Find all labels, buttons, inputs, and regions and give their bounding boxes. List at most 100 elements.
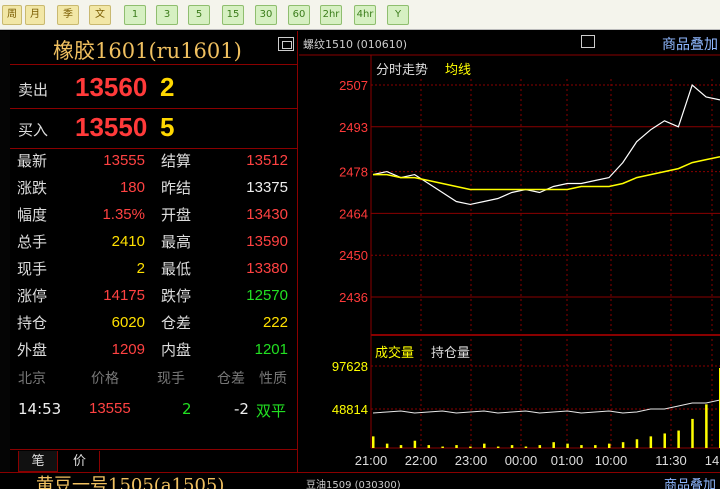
buy-label: 买入 [18, 121, 49, 139]
volume-bar [524, 446, 528, 448]
stat-value: 13430 [246, 206, 288, 223]
period-button-3[interactable]: 文 [89, 5, 111, 25]
period-button-9[interactable]: 60 [288, 5, 310, 25]
stat-value: 6020 [111, 314, 145, 331]
stat-label: 涨停 [17, 287, 48, 305]
stat-value: 13380 [246, 260, 288, 277]
stat-label: 内盘 [161, 341, 192, 359]
volume-bar [372, 436, 375, 448]
stat-value: 13375 [246, 179, 288, 196]
time-tick-label: 11:30 [655, 453, 687, 468]
time-tick-label: 21:00 [355, 453, 388, 468]
stat-label: 持仓 [17, 314, 48, 332]
maximize-icon[interactable] [581, 35, 595, 48]
stat-value: 1209 [111, 341, 145, 358]
period-button-0[interactable]: 周 [2, 5, 22, 25]
stat-value: 1201 [254, 341, 288, 358]
period-button-5[interactable]: 3 [156, 5, 178, 25]
tab-price[interactable]: 价 [60, 451, 100, 472]
open-interest-label: 持仓量 [431, 345, 470, 360]
stat-label: 涨跌 [17, 179, 48, 197]
stat-value: 2410 [111, 233, 145, 250]
period-button-7[interactable]: 15 [222, 5, 244, 25]
period-button-8[interactable]: 30 [255, 5, 277, 25]
time-tick-label: 23:00 [455, 453, 488, 468]
next-overlay-button[interactable]: 商品叠加 [664, 474, 716, 489]
quote-title-bar: 橡胶1601(ru1601) [10, 31, 298, 65]
open-interest-line [372, 399, 720, 414]
stat-label: 现手 [17, 260, 48, 278]
period-button-12[interactable]: Y [387, 5, 409, 25]
volume-bar [621, 442, 625, 448]
buy-price[interactable]: 13550 [75, 112, 147, 143]
intraday-chart-panel: 2507 2493 2478 2464 2450 2436 21:00 22:00 23:00 0… [299, 31, 720, 472]
volume-bar [510, 445, 514, 448]
sell-volume: 2 [160, 72, 175, 102]
stat-value: 222 [262, 314, 288, 331]
tick-col-volume: 现手 [157, 371, 185, 387]
chart-symbol: 螺纹1510 (010610) [303, 38, 408, 51]
sell-price[interactable]: 13560 [75, 72, 147, 103]
time-tick-label: 01:00 [551, 453, 584, 468]
price-chart-label: 分时走势 [376, 62, 428, 77]
volume-chart-label: 成交量 [375, 345, 414, 360]
commodity-overlay-button[interactable]: 商品叠加 [662, 34, 718, 54]
volume-bar [594, 445, 597, 448]
tick-col-oi-change: 仓差 [217, 371, 245, 387]
stat-label: 总手 [17, 233, 48, 251]
period-button-4[interactable]: 1 [124, 5, 146, 25]
stat-value: 1.35% [102, 206, 145, 223]
volume-bar [649, 436, 653, 448]
volume-bar [663, 433, 666, 448]
stat-label: 结算 [161, 152, 192, 170]
stat-label: 昨结 [161, 179, 192, 197]
next-contract-title: 黄豆一号1505(a1505) [36, 475, 225, 489]
volume-bar [399, 445, 403, 448]
stat-label: 仓差 [161, 314, 192, 332]
volume-bar [691, 418, 694, 448]
stat-label: 开盘 [161, 206, 192, 224]
period-button-1[interactable]: 月 [25, 5, 45, 25]
stat-label: 最新 [17, 152, 48, 170]
period-button-11[interactable]: 4hr [354, 5, 376, 25]
tick-volume: 2 [182, 400, 192, 418]
sell-label: 卖出 [18, 81, 49, 99]
price-tick-label: 2436 [339, 290, 368, 305]
volume-bar [413, 440, 417, 448]
price-tick-label: 2450 [339, 248, 368, 263]
panel-side-strip [0, 31, 10, 472]
period-button-10[interactable]: 2hr [320, 5, 342, 25]
stat-value: 180 [119, 179, 145, 196]
tick-time: 14:53 [18, 400, 62, 418]
volume-bar [566, 443, 569, 448]
tab-ticks[interactable]: 笔 [18, 451, 58, 472]
intraday-chart[interactable]: 2507 2493 2478 2464 2450 2436 21:00 22:00 23:00 0… [299, 31, 720, 472]
avg-line [373, 155, 720, 191]
stat-value: 13590 [246, 233, 288, 250]
quote-panel: 橡胶1601(ru1601) 卖出 13560 2 买入 13550 5 最新 1… [0, 31, 298, 472]
volume-bar [496, 446, 500, 448]
volume-tick-label: 48814 [332, 402, 368, 417]
maximize-icon[interactable] [278, 37, 294, 51]
volume-bar [677, 430, 680, 448]
volume-bar [427, 445, 431, 448]
tick-view-tabs: 笔 价 [10, 449, 298, 472]
period-toolbar: 周月季文 1 3 5 15 30 60 2hr 4hr Y [0, 0, 720, 30]
volume-bar [469, 446, 472, 448]
stat-label: 最高 [161, 233, 192, 251]
stat-value: 13555 [103, 152, 145, 169]
period-button-2[interactable]: 季 [57, 5, 79, 25]
price-tick-label: 2493 [339, 120, 368, 135]
volume-bar [385, 443, 389, 448]
period-button-6[interactable]: 5 [188, 5, 210, 25]
stat-value: 12570 [246, 287, 288, 304]
avg-line-label: 均线 [445, 62, 471, 77]
volume-tick-label: 97628 [332, 359, 368, 374]
price-tick-label: 2478 [339, 165, 368, 180]
volume-bar [635, 439, 639, 448]
chart-header: 螺纹1510 (010610) 商品叠加 [299, 31, 720, 55]
buy-volume: 5 [160, 112, 175, 142]
tick-price: 13555 [89, 400, 131, 417]
volume-bar [580, 445, 583, 448]
price-tick-label: 2507 [339, 78, 368, 93]
